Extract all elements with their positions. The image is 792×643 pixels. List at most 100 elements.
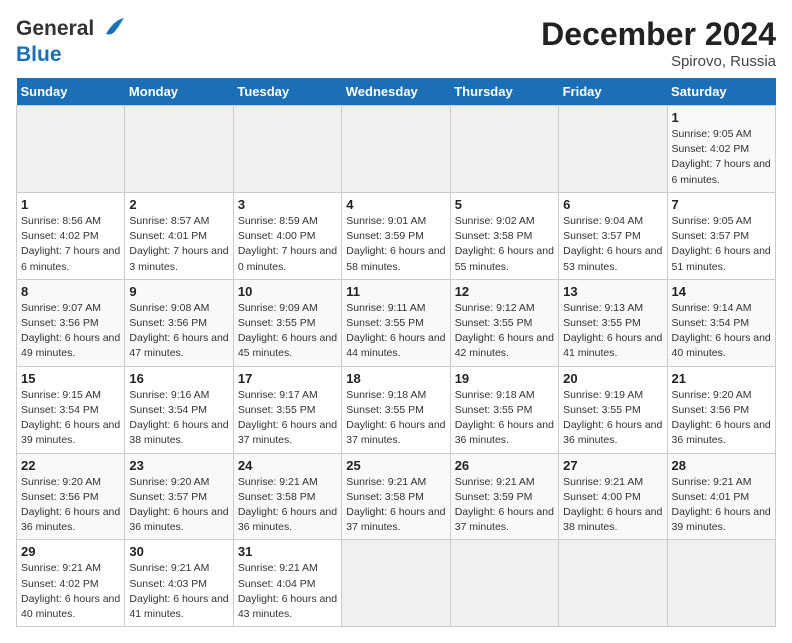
calendar-week-row: 22 Sunrise: 9:20 AM Sunset: 3:56 PM Dayli…: [17, 453, 776, 540]
day-number: 11: [346, 284, 445, 299]
calendar-cell: 13 Sunrise: 9:13 AM Sunset: 3:55 PM Dayli…: [559, 279, 667, 366]
day-info: Sunrise: 9:09 AM Sunset: 3:55 PM Dayligh…: [238, 301, 337, 362]
calendar-cell: [559, 106, 667, 193]
calendar-cell: [450, 540, 558, 627]
calendar-cell: 28 Sunrise: 9:21 AM Sunset: 4:01 PM Dayli…: [667, 453, 775, 540]
calendar-cell: 18Sunrise: 9:18 AM Sunset: 3:55 PM Dayli…: [342, 366, 450, 453]
calendar-header-friday: Friday: [559, 78, 667, 106]
day-number: 2: [129, 197, 228, 212]
day-info: Sunrise: 9:20 AM Sunset: 3:56 PM Dayligh…: [21, 475, 120, 536]
day-number: 17: [238, 371, 337, 386]
day-info: Sunrise: 8:56 AM Sunset: 4:02 PM Dayligh…: [21, 214, 120, 275]
day-info: Sunrise: 8:57 AM Sunset: 4:01 PM Dayligh…: [129, 214, 228, 275]
day-info: Sunrise: 9:21 AM Sunset: 4:02 PM Dayligh…: [21, 561, 120, 622]
day-number: 16: [129, 371, 228, 386]
calendar-header-tuesday: Tuesday: [233, 78, 341, 106]
day-number: 6: [563, 197, 662, 212]
calendar-cell: 29 Sunrise: 9:21 AM Sunset: 4:02 PM Dayli…: [17, 540, 125, 627]
day-number: 13: [563, 284, 662, 299]
calendar-cell: 27Sunrise: 9:21 AM Sunset: 4:00 PM Dayli…: [559, 453, 667, 540]
logo-bird-icon: [96, 16, 126, 38]
day-number: 19: [455, 371, 554, 386]
calendar-cell: 7 Sunrise: 9:05 AM Sunset: 3:57 PM Daylig…: [667, 192, 775, 279]
calendar-body: 1 Sunrise: 9:05 AM Sunset: 4:02 PM Daylig…: [17, 106, 776, 627]
day-number: 7: [672, 197, 771, 212]
day-info: Sunrise: 9:11 AM Sunset: 3:55 PM Dayligh…: [346, 301, 445, 362]
calendar-cell: 24 Sunrise: 9:21 AM Sunset: 3:58 PM Dayli…: [233, 453, 341, 540]
calendar-week-row: 8Sunrise: 9:07 AM Sunset: 3:56 PM Daylig…: [17, 279, 776, 366]
logo-blue: Blue: [16, 43, 126, 67]
calendar-cell: 30 Sunrise: 9:21 AM Sunset: 4:03 PM Dayli…: [125, 540, 233, 627]
calendar-cell: 23Sunrise: 9:20 AM Sunset: 3:57 PM Dayli…: [125, 453, 233, 540]
day-info: Sunrise: 9:01 AM Sunset: 3:59 PM Dayligh…: [346, 214, 445, 275]
day-number: 29: [21, 544, 120, 559]
calendar-cell: 31 Sunrise: 9:21 AM Sunset: 4:04 PM Dayli…: [233, 540, 341, 627]
day-number: 20: [563, 371, 662, 386]
calendar-cell: 16Sunrise: 9:16 AM Sunset: 3:54 PM Dayli…: [125, 366, 233, 453]
calendar-cell: [450, 106, 558, 193]
day-number: 3: [238, 197, 337, 212]
calendar-cell: 15 Sunrise: 9:15 AM Sunset: 3:54 PM Dayli…: [17, 366, 125, 453]
day-number: 14: [672, 284, 771, 299]
calendar-week-row: 29 Sunrise: 9:21 AM Sunset: 4:02 PM Dayli…: [17, 540, 776, 627]
calendar-cell: 1 Sunrise: 9:05 AM Sunset: 4:02 PM Daylig…: [667, 106, 775, 193]
day-number: 1: [21, 197, 120, 212]
calendar-header-sunday: Sunday: [17, 78, 125, 106]
calendar-cell: 19 Sunrise: 9:18 AM Sunset: 3:55 PM Dayli…: [450, 366, 558, 453]
day-number: 26: [455, 458, 554, 473]
calendar-cell: [233, 106, 341, 193]
page-header: General Blue December 2024 Spirovo, Russ…: [16, 16, 776, 70]
calendar-cell: [125, 106, 233, 193]
day-info: Sunrise: 9:21 AM Sunset: 4:01 PM Dayligh…: [672, 475, 771, 536]
day-info: Sunrise: 9:21 AM Sunset: 4:03 PM Dayligh…: [129, 561, 228, 622]
day-info: Sunrise: 9:20 AM Sunset: 3:57 PM Dayligh…: [129, 475, 228, 536]
day-info: Sunrise: 9:17 AM Sunset: 3:55 PM Dayligh…: [238, 388, 337, 449]
calendar-header-saturday: Saturday: [667, 78, 775, 106]
location: Spirovo, Russia: [541, 53, 776, 70]
calendar-cell: 8Sunrise: 9:07 AM Sunset: 3:56 PM Daylig…: [17, 279, 125, 366]
day-number: 28: [672, 458, 771, 473]
logo: General Blue: [16, 16, 126, 67]
title-block: December 2024 Spirovo, Russia: [541, 16, 776, 70]
day-info: Sunrise: 9:07 AM Sunset: 3:56 PM Dayligh…: [21, 301, 120, 362]
calendar-header-row: SundayMondayTuesdayWednesdayThursdayFrid…: [17, 78, 776, 106]
day-info: Sunrise: 9:13 AM Sunset: 3:55 PM Dayligh…: [563, 301, 662, 362]
day-info: Sunrise: 9:18 AM Sunset: 3:55 PM Dayligh…: [346, 388, 445, 449]
day-info: Sunrise: 9:21 AM Sunset: 3:58 PM Dayligh…: [238, 475, 337, 536]
calendar-header-wednesday: Wednesday: [342, 78, 450, 106]
day-info: Sunrise: 9:21 AM Sunset: 3:59 PM Dayligh…: [455, 475, 554, 536]
calendar-header-monday: Monday: [125, 78, 233, 106]
logo-general: General: [16, 17, 94, 40]
day-number: 9: [129, 284, 228, 299]
day-number: 24: [238, 458, 337, 473]
calendar-cell: 26 Sunrise: 9:21 AM Sunset: 3:59 PM Dayli…: [450, 453, 558, 540]
day-number: 5: [455, 197, 554, 212]
day-info: Sunrise: 9:19 AM Sunset: 3:55 PM Dayligh…: [563, 388, 662, 449]
day-info: Sunrise: 9:21 AM Sunset: 4:04 PM Dayligh…: [238, 561, 337, 622]
calendar-cell: 6Sunrise: 9:04 AM Sunset: 3:57 PM Daylig…: [559, 192, 667, 279]
calendar-cell: [342, 540, 450, 627]
day-info: Sunrise: 9:05 AM Sunset: 4:02 PM Dayligh…: [672, 127, 771, 188]
calendar-cell: [17, 106, 125, 193]
calendar-cell: 14 Sunrise: 9:14 AM Sunset: 3:54 PM Dayli…: [667, 279, 775, 366]
calendar-table: SundayMondayTuesdayWednesdayThursdayFrid…: [16, 78, 776, 627]
calendar-cell: 21Sunrise: 9:20 AM Sunset: 3:56 PM Dayli…: [667, 366, 775, 453]
day-info: Sunrise: 9:15 AM Sunset: 3:54 PM Dayligh…: [21, 388, 120, 449]
day-number: 21: [672, 371, 771, 386]
day-number: 25: [346, 458, 445, 473]
day-number: 12: [455, 284, 554, 299]
day-number: 31: [238, 544, 337, 559]
day-info: Sunrise: 9:14 AM Sunset: 3:54 PM Dayligh…: [672, 301, 771, 362]
day-info: Sunrise: 9:21 AM Sunset: 4:00 PM Dayligh…: [563, 475, 662, 536]
day-number: 30: [129, 544, 228, 559]
day-info: Sunrise: 9:18 AM Sunset: 3:55 PM Dayligh…: [455, 388, 554, 449]
calendar-week-row: 1 Sunrise: 9:05 AM Sunset: 4:02 PM Daylig…: [17, 106, 776, 193]
day-number: 22: [21, 458, 120, 473]
calendar-cell: 1 Sunrise: 8:56 AM Sunset: 4:02 PM Daylig…: [17, 192, 125, 279]
calendar-cell: [559, 540, 667, 627]
day-number: 15: [21, 371, 120, 386]
calendar-cell: 12Sunrise: 9:12 AM Sunset: 3:55 PM Dayli…: [450, 279, 558, 366]
day-info: Sunrise: 9:05 AM Sunset: 3:57 PM Dayligh…: [672, 214, 771, 275]
calendar-cell: 9Sunrise: 9:08 AM Sunset: 3:56 PM Daylig…: [125, 279, 233, 366]
day-number: 1: [672, 110, 771, 125]
